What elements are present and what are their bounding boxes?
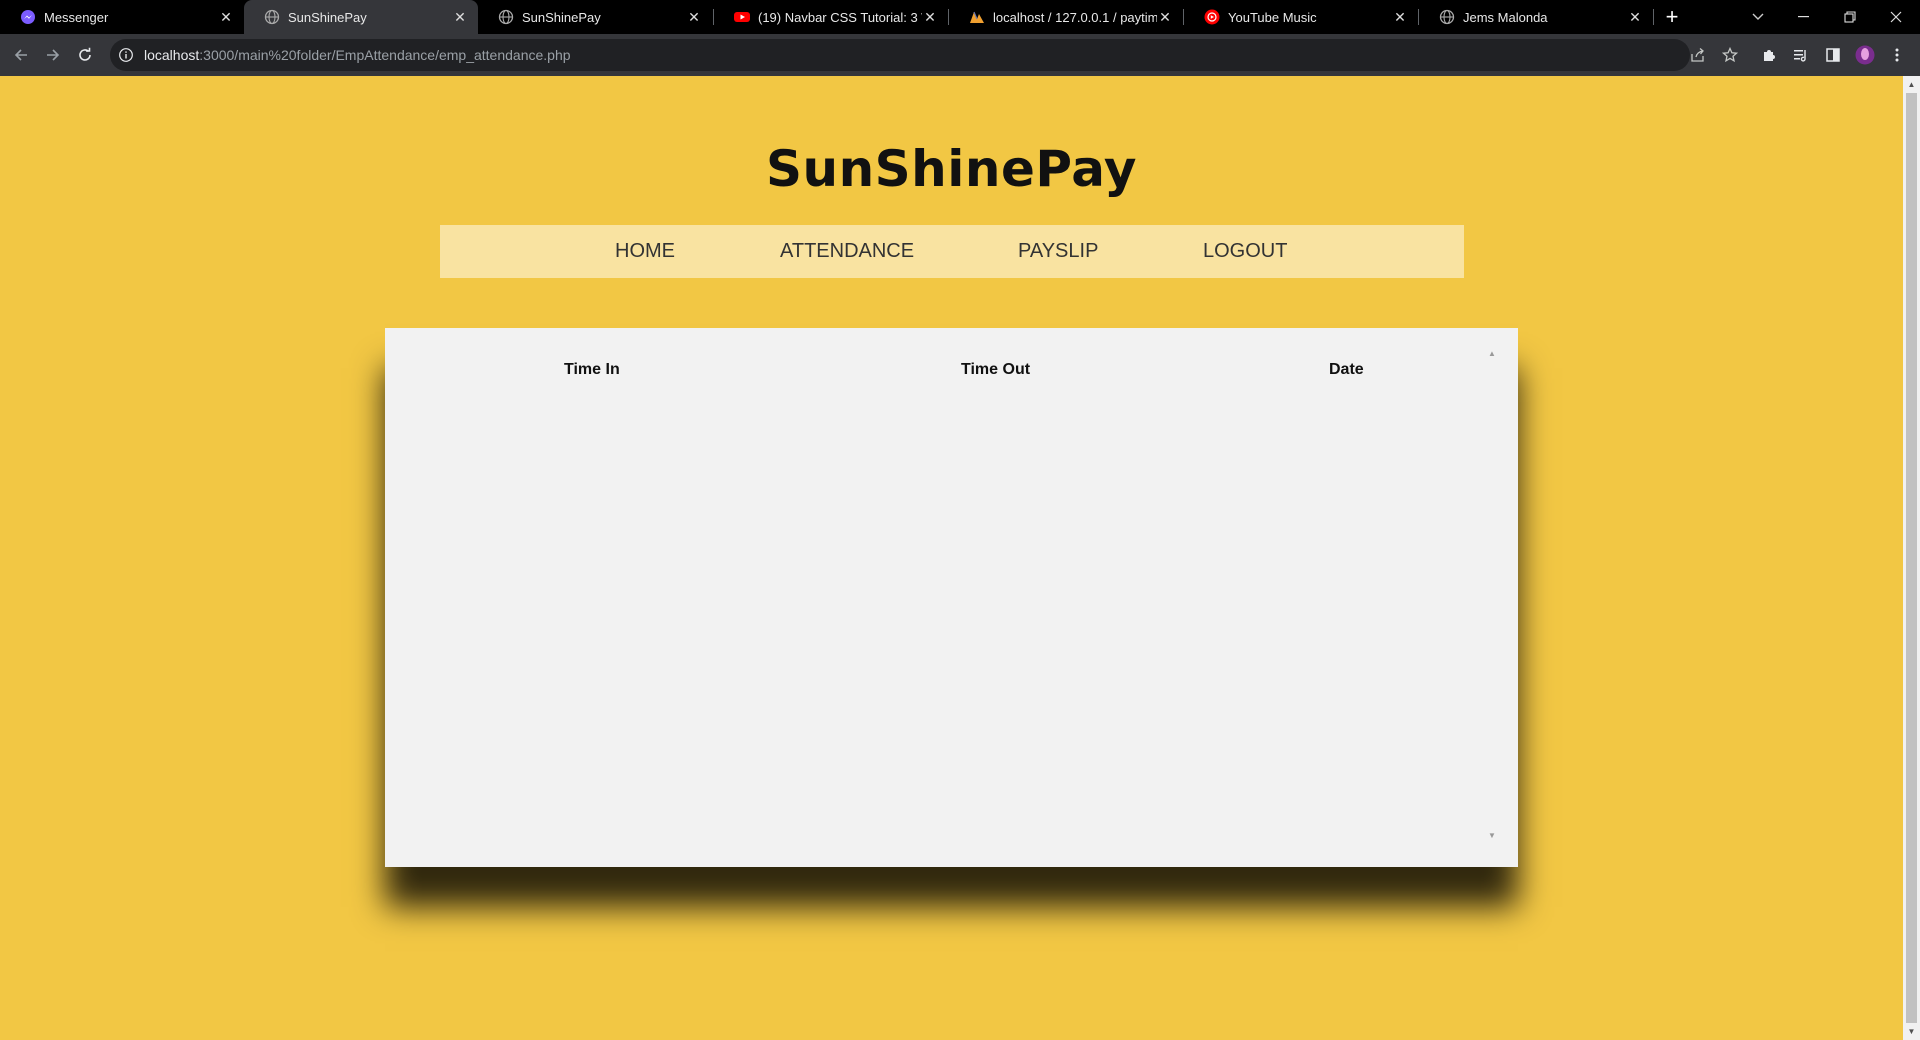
url-path: :3000/main%20folder/EmpAttendance/emp_at…	[199, 47, 571, 63]
globe-icon	[264, 9, 280, 25]
profile-avatar[interactable]	[1852, 42, 1878, 68]
tab-title: YouTube Music	[1228, 9, 1317, 25]
tab-title: Messenger	[44, 9, 109, 25]
browser-toolbar: localhost:3000/main%20folder/EmpAttendan…	[0, 34, 1920, 76]
nav-home[interactable]: HOME	[615, 225, 675, 278]
close-icon[interactable]: ✕	[452, 9, 468, 25]
tab-phpmyadmin[interactable]: localhost / 127.0.0.1 / paytimep ✕	[949, 0, 1183, 34]
globe-icon	[1439, 9, 1455, 25]
url-host: localhost	[144, 47, 200, 63]
nav-logout[interactable]: LOGOUT	[1203, 225, 1287, 278]
page-scrollbar[interactable]: ▲ ▼	[1903, 76, 1920, 1040]
tab-sunshinepay[interactable]: SunShinePay ✕	[478, 0, 712, 34]
messenger-icon	[20, 9, 36, 25]
media-queue-icon[interactable]	[1788, 42, 1814, 68]
nav-payslip[interactable]: PAYSLIP	[1018, 225, 1098, 278]
side-panel-icon[interactable]	[1820, 42, 1846, 68]
attendance-table-card: Time In Time Out Date ▲ ▼	[385, 328, 1518, 867]
share-icon[interactable]	[1685, 42, 1711, 68]
main-navbar: HOME ATTENDANCE PAYSLIP LOGOUT	[440, 225, 1464, 278]
globe-icon	[498, 9, 514, 25]
tab-title: Jems Malonda	[1463, 9, 1548, 25]
tab-title: (19) Navbar CSS Tutorial: 3 Way	[758, 9, 922, 25]
url-text: localhost:3000/main%20folder/EmpAttendan…	[144, 47, 571, 63]
scrollbar-thumb[interactable]	[1906, 93, 1917, 1023]
close-icon[interactable]: ✕	[922, 9, 938, 25]
tab-sunshinepay-active[interactable]: SunShinePay ✕	[244, 0, 478, 34]
tab-title: localhost / 127.0.0.1 / paytimep	[993, 9, 1157, 25]
youtube-music-icon	[1204, 9, 1220, 25]
close-window-button[interactable]	[1873, 0, 1919, 34]
forward-arrow-icon[interactable]	[40, 42, 66, 68]
menu-kebab-icon[interactable]	[1884, 42, 1910, 68]
address-bar[interactable]: localhost:3000/main%20folder/EmpAttendan…	[110, 39, 1690, 71]
tab-youtube-music[interactable]: YouTube Music ✕	[1184, 0, 1418, 34]
page-title: SunShinePay	[765, 140, 1138, 198]
tab-title: SunShinePay	[522, 9, 601, 25]
tab-jems-malonda[interactable]: Jems Malonda ✕	[1419, 0, 1653, 34]
close-icon[interactable]: ✕	[686, 9, 702, 25]
tab-title: SunShinePay	[288, 9, 367, 25]
nav-attendance[interactable]: ATTENDANCE	[780, 225, 914, 278]
tab-messenger[interactable]: Messenger ✕	[0, 0, 244, 34]
column-header-time-in: Time In	[564, 361, 620, 378]
tab-separator	[1653, 9, 1654, 25]
scroll-up-arrow[interactable]: ▲	[1903, 76, 1920, 93]
close-icon[interactable]: ✕	[1627, 9, 1643, 25]
tab-youtube-navbar-tutorial[interactable]: (19) Navbar CSS Tutorial: 3 Way ✕	[714, 0, 948, 34]
page-content: SunShinePay HOME ATTENDANCE PAYSLIP LOGO…	[0, 76, 1903, 1040]
site-info-icon[interactable]	[118, 47, 134, 63]
column-header-date: Date	[1329, 361, 1364, 378]
scroll-down-arrow[interactable]: ▼	[1903, 1023, 1920, 1040]
minimize-button[interactable]	[1781, 0, 1827, 34]
table-scroll-down-arrow[interactable]: ▼	[1487, 831, 1497, 841]
new-tab-button[interactable]: +	[1658, 3, 1686, 31]
browser-tab-strip: Messenger ✕ SunShinePay ✕ SunShinePay ✕ …	[0, 0, 1920, 34]
column-header-time-out: Time Out	[961, 361, 1031, 378]
table-scroll-up-arrow[interactable]: ▲	[1487, 349, 1497, 359]
close-icon[interactable]: ✕	[1392, 9, 1408, 25]
extensions-puzzle-icon[interactable]	[1756, 42, 1782, 68]
youtube-icon	[734, 9, 750, 25]
reload-icon[interactable]	[72, 42, 98, 68]
bookmark-star-icon[interactable]	[1717, 42, 1743, 68]
back-arrow-icon[interactable]	[8, 42, 34, 68]
close-icon[interactable]: ✕	[218, 9, 234, 25]
restore-button[interactable]	[1827, 0, 1873, 34]
tab-search-chevron-icon[interactable]	[1735, 0, 1781, 34]
close-icon[interactable]: ✕	[1157, 9, 1173, 25]
phpmyadmin-icon	[969, 9, 985, 25]
